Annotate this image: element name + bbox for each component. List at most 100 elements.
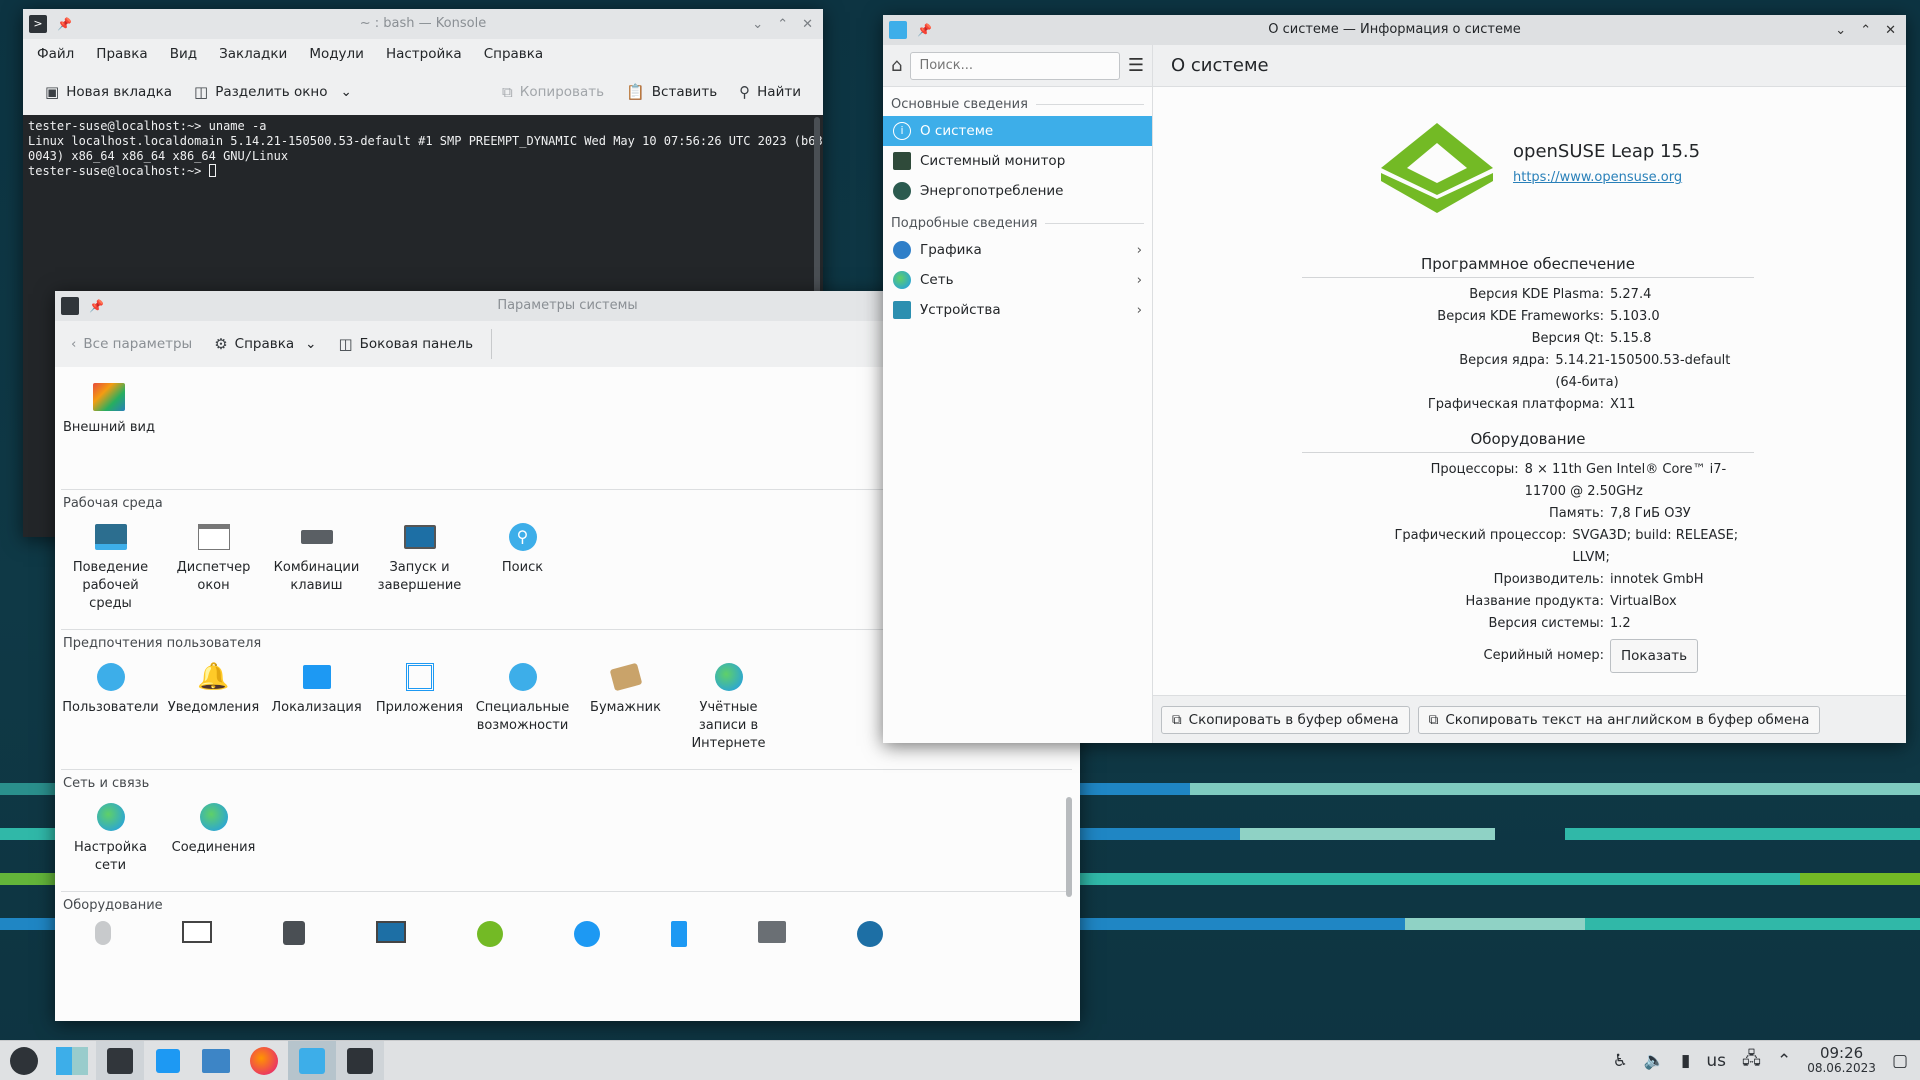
application-launcher[interactable]	[0, 1041, 48, 1080]
info-value: X11	[1610, 397, 1636, 412]
printer-icon[interactable]	[758, 921, 786, 943]
thunderbolt-icon[interactable]	[857, 921, 883, 947]
find-button[interactable]: ⚲ Найти	[731, 79, 809, 105]
sidebar-item-energy[interactable]: Энергопотребление	[883, 176, 1152, 206]
info-row: Графическая платформа: X11	[1302, 394, 1754, 416]
volume-icon[interactable]: 🔈	[1644, 1051, 1665, 1071]
sidebar-mode-button[interactable]: ◫ Боковая панель	[330, 331, 481, 357]
sidebar-item-about[interactable]: i О системе	[883, 116, 1152, 146]
maximize-icon[interactable]: ⌃	[777, 17, 788, 32]
wallpaper-stripe	[1080, 918, 1405, 930]
copy-button[interactable]: ⧉ Копировать	[494, 79, 612, 105]
online-accounts-item[interactable]: Учётные записи в Интернете	[677, 657, 780, 753]
info-key: Версия ядра:	[1459, 353, 1550, 368]
pin-icon[interactable]: 📌	[57, 17, 72, 31]
menu-view[interactable]: Вид	[170, 46, 197, 62]
sidebar-item-graphics[interactable]: Графика ›	[883, 235, 1152, 265]
split-label: Разделить окно	[215, 84, 328, 100]
copy-english-button[interactable]: ⧉ Скопировать текст на английском в буфер…	[1417, 705, 1821, 734]
info-value: 5.27.4	[1610, 287, 1652, 302]
workspace-behavior-item[interactable]: Поведение рабочей среды	[59, 517, 162, 613]
chevron-right-icon: ›	[1136, 272, 1142, 288]
menu-file[interactable]: Файл	[37, 46, 74, 62]
all-settings-back-button[interactable]: ‹ Все параметры	[63, 332, 200, 356]
pin-icon[interactable]: 📌	[89, 299, 104, 313]
minimize-icon[interactable]: ⌄	[752, 17, 763, 32]
paste-button[interactable]: 📋 Вставить	[618, 79, 725, 105]
network-tray-icon[interactable]: 🖧	[1742, 1046, 1761, 1075]
settings-app-icon	[107, 1047, 133, 1074]
power-icon[interactable]	[477, 921, 503, 947]
paste-label: Вставить	[651, 84, 718, 100]
wallet-item[interactable]: Бумажник	[574, 657, 677, 753]
pager[interactable]	[48, 1041, 96, 1080]
digital-clock[interactable]: 09:26 08.06.2023	[1807, 1045, 1876, 1076]
software-list: Версия KDE Plasma: 5.27.4 Версия KDE Fram…	[1302, 278, 1754, 416]
removable-storage-icon[interactable]	[671, 921, 687, 947]
task-file-manager[interactable]	[192, 1041, 240, 1080]
maximize-icon[interactable]: ⌃	[1860, 23, 1871, 38]
apps-item[interactable]: Приложения	[368, 657, 471, 753]
accessibility-tray-icon[interactable]: ♿	[1613, 1051, 1628, 1071]
menu-help[interactable]: Справка	[484, 46, 543, 62]
info-key: Серийный номер:	[1483, 648, 1604, 663]
info-key: Версия Qt:	[1531, 331, 1604, 346]
new-tab-button[interactable]: ▣ Новая вкладка	[37, 79, 180, 105]
network-settings-item[interactable]: Настройка сети	[59, 797, 162, 875]
mouse-icon[interactable]	[95, 921, 111, 945]
display-icon[interactable]	[182, 921, 212, 943]
show-serial-button[interactable]: Показать	[1610, 639, 1699, 673]
info-titlebar[interactable]: 📌 О системе — Информация о системе ⌄ ⌃ ✕	[883, 15, 1906, 45]
distro-url-link[interactable]: https://www.opensuse.org	[1513, 170, 1700, 185]
info-app-icon	[889, 21, 907, 39]
users-item[interactable]: Пользователи	[59, 657, 162, 753]
task-system-settings[interactable]	[96, 1040, 144, 1080]
bluetooth-icon[interactable]	[574, 921, 600, 947]
settings-scrollbar[interactable]	[1066, 797, 1072, 897]
menu-edit[interactable]: Правка	[96, 46, 147, 62]
locale-icon	[301, 661, 333, 693]
sidebar-item-system-monitor[interactable]: Системный монитор	[883, 146, 1152, 176]
menu-plugins[interactable]: Модули	[309, 46, 364, 62]
pin-icon[interactable]: 📌	[917, 23, 932, 37]
task-konsole[interactable]	[336, 1040, 384, 1080]
search-settings-item[interactable]: ⚲ Поиск	[471, 517, 574, 613]
task-firefox[interactable]	[240, 1041, 288, 1080]
sidebar-item-network[interactable]: Сеть ›	[883, 265, 1152, 295]
konsole-titlebar[interactable]: > 📌 ~ : bash — Konsole ⌄ ⌃ ✕	[23, 9, 823, 39]
home-icon[interactable]: ⌂	[891, 55, 902, 76]
copy-to-clipboard-button[interactable]: ⧉ Скопировать в буфер обмена	[1161, 705, 1410, 734]
info-search-input[interactable]	[910, 51, 1120, 80]
keyboard-layout-indicator[interactable]: us	[1706, 1051, 1726, 1071]
network-grid: Настройка сети Соединения	[55, 797, 1080, 875]
appearance-item[interactable]: Внешний вид	[59, 377, 159, 437]
menu-settings[interactable]: Настройка	[386, 46, 462, 62]
startup-item[interactable]: Запуск и завершение	[368, 517, 471, 613]
task-info-center[interactable]	[288, 1040, 336, 1080]
wallpaper-stripe	[1080, 873, 1800, 885]
connections-item[interactable]: Соединения	[162, 797, 265, 875]
notifications-item[interactable]: 🔔 Уведомления	[162, 657, 265, 753]
minimize-icon[interactable]: ⌄	[1835, 23, 1846, 38]
show-desktop-icon[interactable]: ▢	[1892, 1051, 1908, 1071]
help-button[interactable]: ⚙ Справка ⌄	[206, 331, 324, 357]
locale-item[interactable]: Локализация	[265, 657, 368, 753]
accessibility-item[interactable]: Специальные возможности	[471, 657, 574, 753]
sidebar-item-devices[interactable]: Устройства ›	[883, 295, 1152, 325]
menu-bookmarks[interactable]: Закладки	[219, 46, 287, 62]
info-row: Версия системы: 1.2	[1302, 613, 1754, 635]
hardware-section-title: Оборудование	[1302, 430, 1754, 453]
shortcuts-item[interactable]: Комбинации клавиш	[265, 517, 368, 613]
audio-icon[interactable]	[283, 921, 305, 945]
close-icon[interactable]: ✕	[802, 17, 813, 32]
hamburger-menu-icon[interactable]: ☰	[1128, 55, 1144, 76]
battery-icon[interactable]: ▮	[1681, 1051, 1690, 1071]
tray-expand-icon[interactable]: ⌃	[1777, 1051, 1791, 1071]
info-center-window: 📌 О системе — Информация о системе ⌄ ⌃ ✕…	[883, 15, 1906, 743]
close-icon[interactable]: ✕	[1885, 23, 1896, 38]
multimedia-icon[interactable]	[376, 921, 406, 943]
discover-icon	[156, 1048, 180, 1073]
window-manager-item[interactable]: Диспетчер окон	[162, 517, 265, 613]
task-discover[interactable]	[144, 1041, 192, 1080]
split-view-button[interactable]: ◫ Разделить окно ⌄	[186, 79, 360, 105]
